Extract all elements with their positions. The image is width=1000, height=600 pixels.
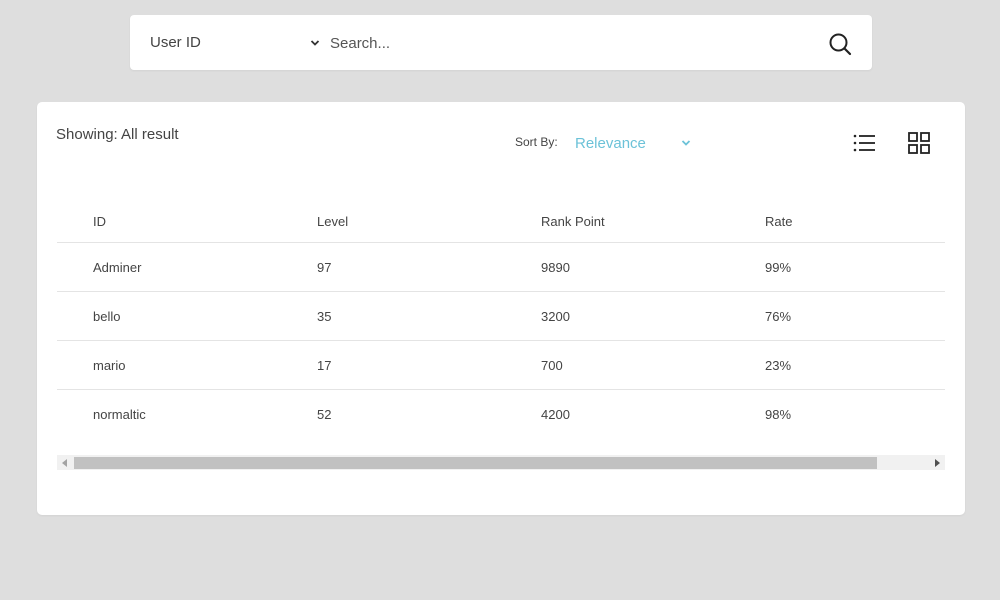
cell-rate: 23% xyxy=(765,357,792,373)
cell-id: bello xyxy=(93,308,121,324)
cell-level: 97 xyxy=(317,259,332,275)
cell-id: normaltic xyxy=(93,407,146,422)
table-header-row: ID Level Rank Point Rate xyxy=(57,200,945,243)
sort-select-value: Relevance xyxy=(575,134,646,152)
cell-rate: 99% xyxy=(765,259,792,275)
table-row[interactable]: Adminer 97 9890 99% xyxy=(57,243,945,292)
cell-rank-point: 9890 xyxy=(541,259,570,275)
search-icon[interactable] xyxy=(828,32,852,56)
list-view-icon[interactable] xyxy=(853,133,877,153)
scrollbar-thumb[interactable] xyxy=(74,457,877,469)
cell-rate: 76% xyxy=(765,308,792,324)
table-row[interactable]: mario 17 700 23% xyxy=(57,341,945,390)
column-header-rank-point: Rank Point xyxy=(541,213,605,229)
cell-level: 35 xyxy=(317,308,332,324)
results-table: ID Level Rank Point Rate Adminer 97 9890… xyxy=(57,200,945,439)
table-row[interactable]: bello 35 3200 76% xyxy=(57,292,945,341)
chevron-down-icon xyxy=(681,140,691,146)
search-field-select[interactable]: User ID xyxy=(150,15,320,70)
search-bar: User ID xyxy=(130,15,872,70)
cell-id: Adminer xyxy=(93,259,142,275)
cell-rank-point: 3200 xyxy=(541,308,570,324)
cell-level: 52 xyxy=(317,407,332,422)
horizontal-scrollbar[interactable] xyxy=(57,455,945,470)
column-header-level: Level xyxy=(317,213,349,229)
results-card: Showing: All result Sort By: Relevance I… xyxy=(37,102,965,515)
cell-level: 17 xyxy=(317,357,332,373)
showing-label: Showing: All result xyxy=(56,126,179,143)
scroll-right-icon[interactable] xyxy=(929,455,945,470)
search-field-select-value: User ID xyxy=(150,34,201,51)
scroll-left-icon[interactable] xyxy=(57,455,73,470)
cell-rate: 98% xyxy=(765,407,792,422)
cell-id: mario xyxy=(93,357,126,373)
column-header-rate: Rate xyxy=(765,213,793,229)
sort-select[interactable]: Relevance xyxy=(575,133,691,153)
search-input[interactable] xyxy=(330,27,820,59)
table-row[interactable]: normaltic 52 4200 98% xyxy=(57,390,945,439)
chevron-down-icon xyxy=(310,39,320,46)
sort-label: Sort By: xyxy=(515,135,558,149)
cell-rank-point: 700 xyxy=(541,357,563,373)
cell-rank-point: 4200 xyxy=(541,407,570,422)
grid-view-icon[interactable] xyxy=(908,132,930,154)
column-header-id: ID xyxy=(93,213,106,229)
